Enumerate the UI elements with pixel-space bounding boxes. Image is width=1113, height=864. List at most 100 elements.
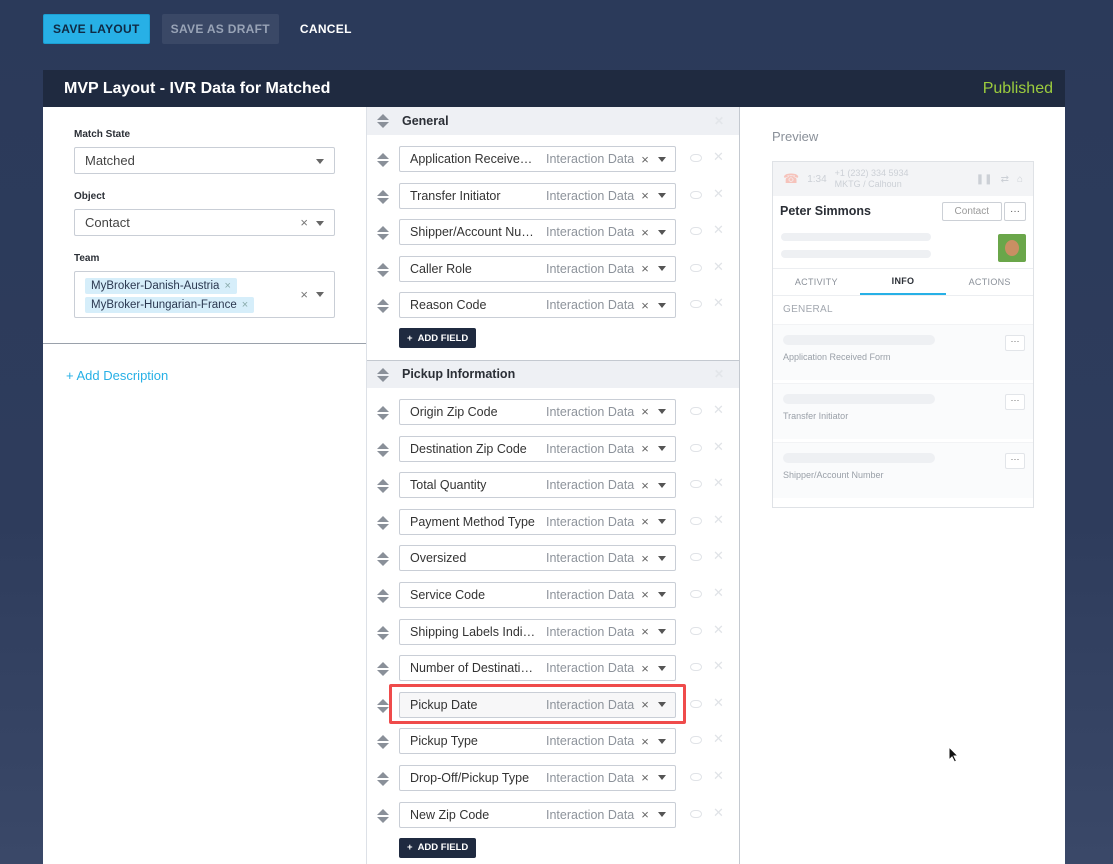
eye-icon[interactable] bbox=[690, 516, 702, 525]
remove-field-icon[interactable]: ✕ bbox=[713, 295, 724, 311]
clear-icon[interactable]: × bbox=[641, 770, 649, 785]
section-header-general[interactable]: General ✕ bbox=[367, 107, 739, 135]
save-layout-button[interactable]: SAVE LAYOUT bbox=[43, 14, 150, 44]
field-select[interactable]: Reason Code Interaction Data × bbox=[399, 292, 676, 319]
clear-icon[interactable]: × bbox=[300, 215, 308, 230]
eye-icon[interactable] bbox=[690, 406, 702, 415]
clear-icon[interactable]: × bbox=[641, 551, 649, 566]
drag-handle-icon[interactable] bbox=[377, 552, 389, 567]
clear-icon[interactable]: × bbox=[641, 661, 649, 676]
drag-handle-icon[interactable] bbox=[377, 662, 389, 677]
eye-icon[interactable] bbox=[690, 227, 702, 236]
field-select[interactable]: Origin Zip Code Interaction Data × bbox=[399, 398, 676, 425]
field-select[interactable]: Application Received ... Interaction Dat… bbox=[399, 146, 676, 172]
drag-handle-icon[interactable] bbox=[377, 588, 389, 603]
drag-handle-icon[interactable] bbox=[377, 367, 389, 382]
clear-icon[interactable]: × bbox=[641, 478, 649, 493]
remove-field-icon[interactable]: ✕ bbox=[713, 585, 724, 601]
drag-handle-icon[interactable] bbox=[377, 153, 389, 167]
team-select[interactable]: MyBroker-Danish-Austria × MyBroker-Hungar… bbox=[74, 271, 335, 318]
remove-field-icon[interactable]: ✕ bbox=[713, 622, 724, 638]
clear-icon[interactable]: × bbox=[641, 514, 649, 529]
field-select[interactable]: Drop-Off/Pickup Type Interaction Data × bbox=[399, 764, 676, 791]
drag-handle-icon[interactable] bbox=[377, 808, 389, 823]
add-field-button[interactable]: + ADD FIELD bbox=[399, 328, 477, 349]
clear-icon[interactable]: × bbox=[641, 404, 649, 419]
drag-handle-icon[interactable] bbox=[377, 114, 389, 128]
field-select[interactable]: Pickup Type Interaction Data × bbox=[399, 728, 676, 755]
remove-field-icon[interactable]: ✕ bbox=[713, 186, 724, 202]
field-select[interactable]: Caller Role Interaction Data × bbox=[399, 255, 676, 282]
remove-field-icon[interactable]: ✕ bbox=[713, 731, 724, 747]
eye-icon[interactable] bbox=[690, 480, 702, 489]
match-state-select[interactable]: Matched bbox=[74, 147, 335, 174]
remove-field-icon[interactable]: ✕ bbox=[713, 439, 724, 455]
field-select[interactable]: New Zip Code Interaction Data × bbox=[399, 801, 676, 828]
cancel-button[interactable]: CANCEL bbox=[291, 14, 361, 44]
remove-field-icon[interactable]: ✕ bbox=[713, 475, 724, 491]
drag-handle-icon[interactable] bbox=[377, 226, 389, 241]
field-select[interactable]: Transfer Initiator Interaction Data × bbox=[399, 182, 676, 209]
remove-field-icon[interactable]: ✕ bbox=[713, 259, 724, 275]
field-select[interactable]: Shipper/Account Num... Interaction Data … bbox=[399, 219, 676, 246]
field-select[interactable]: Number of Destinatio... Interaction Data… bbox=[399, 655, 676, 682]
eye-icon[interactable] bbox=[690, 626, 702, 635]
clear-icon[interactable]: × bbox=[641, 587, 649, 602]
clear-icon[interactable]: × bbox=[641, 261, 649, 276]
clear-icon[interactable]: × bbox=[641, 152, 649, 167]
remove-field-icon[interactable]: ✕ bbox=[713, 805, 724, 821]
add-description-link[interactable]: + Add Description bbox=[66, 368, 168, 383]
field-select[interactable]: Destination Zip Code Interaction Data × bbox=[399, 435, 676, 462]
remove-field-icon[interactable]: ✕ bbox=[713, 402, 724, 418]
eye-icon[interactable] bbox=[690, 443, 702, 452]
eye-icon[interactable] bbox=[690, 736, 702, 745]
remove-chip-icon[interactable]: × bbox=[242, 299, 248, 311]
drag-handle-icon[interactable] bbox=[377, 515, 389, 530]
close-icon[interactable]: ✕ bbox=[714, 367, 724, 381]
clear-icon[interactable]: × bbox=[300, 287, 308, 302]
clear-icon[interactable]: × bbox=[641, 624, 649, 639]
eye-icon[interactable] bbox=[690, 300, 702, 309]
field-select[interactable]: Service Code Interaction Data × bbox=[399, 581, 676, 608]
clear-icon[interactable]: × bbox=[641, 734, 649, 749]
eye-icon[interactable] bbox=[690, 190, 702, 199]
field-select[interactable]: Oversized Interaction Data × bbox=[399, 545, 676, 572]
section-header-pickup-information[interactable]: Pickup Information ✕ bbox=[367, 359, 739, 388]
eye-icon[interactable] bbox=[690, 589, 702, 598]
eye-icon[interactable] bbox=[690, 663, 702, 672]
eye-icon[interactable] bbox=[690, 772, 702, 781]
eye-icon[interactable] bbox=[690, 699, 702, 708]
save-as-draft-button[interactable]: SAVE AS DRAFT bbox=[161, 14, 279, 44]
clear-icon[interactable]: × bbox=[641, 441, 649, 456]
clear-icon[interactable]: × bbox=[641, 225, 649, 240]
drag-handle-icon[interactable] bbox=[377, 189, 389, 204]
drag-handle-icon[interactable] bbox=[377, 262, 389, 277]
eye-icon[interactable] bbox=[690, 154, 702, 162]
eye-icon[interactable] bbox=[690, 809, 702, 818]
drag-handle-icon[interactable] bbox=[377, 771, 389, 786]
remove-field-icon[interactable]: ✕ bbox=[713, 149, 724, 165]
remove-field-icon[interactable]: ✕ bbox=[713, 768, 724, 784]
drag-handle-icon[interactable] bbox=[377, 479, 389, 494]
eye-icon[interactable] bbox=[690, 263, 702, 272]
drag-handle-icon[interactable] bbox=[377, 735, 389, 750]
remove-field-icon[interactable]: ✕ bbox=[713, 222, 724, 238]
field-select[interactable]: Total Quantity Interaction Data × bbox=[399, 472, 676, 499]
remove-chip-icon[interactable]: × bbox=[224, 280, 230, 292]
drag-handle-icon[interactable] bbox=[377, 625, 389, 640]
clear-icon[interactable]: × bbox=[641, 188, 649, 203]
clear-icon[interactable]: × bbox=[641, 298, 649, 313]
drag-handle-icon[interactable] bbox=[377, 299, 389, 314]
drag-handle-icon[interactable] bbox=[377, 442, 389, 457]
add-field-button[interactable]: + ADD FIELD bbox=[399, 837, 477, 858]
remove-field-icon[interactable]: ✕ bbox=[713, 695, 724, 711]
drag-handle-icon[interactable] bbox=[377, 405, 389, 420]
field-select[interactable]: Shipping Labels Indica... Interaction Da… bbox=[399, 618, 676, 645]
remove-field-icon[interactable]: ✕ bbox=[713, 548, 724, 564]
field-select[interactable]: Payment Method Type Interaction Data × bbox=[399, 508, 676, 535]
clear-icon[interactable]: × bbox=[641, 807, 649, 822]
drag-handle-icon[interactable] bbox=[377, 698, 389, 713]
remove-field-icon[interactable]: ✕ bbox=[713, 512, 724, 528]
object-select[interactable]: Contact × bbox=[74, 209, 335, 236]
eye-icon[interactable] bbox=[690, 553, 702, 562]
